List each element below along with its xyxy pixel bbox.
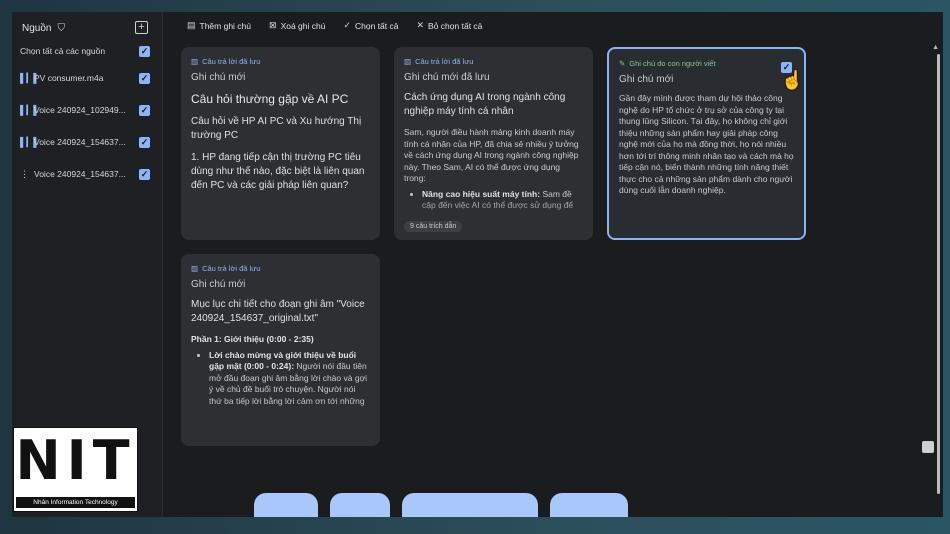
note-add-icon: ▤: [187, 20, 196, 30]
audio-wave-icon: ▌▎▌: [20, 104, 40, 115]
note-body: Sam, người điều hành mảng kinh doanh máy…: [404, 127, 579, 183]
source-name: Voice 240924_154637...: [34, 137, 126, 147]
note-card-selected[interactable]: ✎ Ghi chú do con người viết Ghi chú mới …: [607, 47, 806, 240]
note-heading: Cách ứng dụng AI trong ngành công nghiệp…: [404, 92, 566, 117]
delete-icon: ⊠: [269, 20, 277, 30]
note-card[interactable]: ▨ Câu trả lời đã lưu Ghi chú mới đã lưu …: [394, 47, 593, 240]
add-note-button[interactable]: ▤ Thêm ghi chú: [187, 20, 251, 31]
pencil-icon: ✎: [619, 59, 626, 68]
dock-chip[interactable]: [330, 493, 390, 517]
notes-toolbar: ▤ Thêm ghi chú ⊠ Xoá ghi chú ✓ Chọn tất …: [187, 20, 482, 31]
add-source-icon[interactable]: +: [135, 21, 148, 34]
note-card[interactable]: ▨ Câu trả lời đã lưu Ghi chú mới Câu hỏi…: [181, 47, 380, 240]
collapse-icon[interactable]: [922, 441, 934, 453]
note-fade: [609, 192, 804, 238]
note-body: Gần đây mình được tham dự hội thảo công …: [619, 93, 794, 195]
saved-answer-icon: ▨: [191, 264, 199, 273]
dock-chip[interactable]: [254, 493, 318, 517]
scrollbar[interactable]: [937, 54, 940, 494]
note-title: Ghi chú mới: [191, 279, 246, 290]
select-all-label: Chọn tất cả: [355, 20, 399, 31]
source-checkbox[interactable]: ✓: [139, 136, 150, 148]
note-body: 1. HP đang tiếp cận thị trường PC tiêu d…: [191, 152, 365, 191]
audio-wave-icon: ▌▎▌: [20, 72, 40, 83]
source-checkbox[interactable]: ✓: [139, 72, 150, 84]
human-written-tag: ✎ Ghi chú do con người viết: [619, 59, 716, 68]
note-bullet: Lời chào mừng và giới thiệu về buổi gặp …: [209, 350, 370, 408]
scroll-up-icon[interactable]: ▲: [932, 44, 939, 51]
add-note-label: Thêm ghi chú: [199, 20, 252, 31]
select-all-sources-label: Chọn tất cả các nguồn: [20, 46, 106, 56]
hand-cursor-icon: ☝: [781, 70, 804, 90]
select-all-button[interactable]: ✓ Chọn tất cả: [343, 20, 398, 31]
delete-note-label: Xoá ghi chú: [280, 20, 326, 31]
note-heading: Câu hỏi thường gặp về AI PC: [191, 92, 349, 106]
citation-chip[interactable]: 9 câu trích dẫn: [404, 221, 463, 232]
source-item[interactable]: ▌▎▌ PV consumer.m4a ✓: [20, 70, 150, 86]
saved-answer-tag: ▨ Câu trả lời đã lưu: [191, 264, 261, 273]
saved-answer-icon: ▨: [404, 57, 412, 66]
note-title: Ghi chú mới: [619, 74, 674, 85]
dock-chip[interactable]: [402, 493, 538, 517]
saved-answer-tag: ▨ Câu trả lời đã lưu: [404, 57, 474, 66]
sources-title: Nguồn: [22, 23, 52, 34]
source-name: PV consumer.m4a: [34, 73, 104, 83]
source-checkbox[interactable]: ✓: [139, 168, 150, 180]
note-fade: [394, 194, 593, 240]
sources-header: Nguồn ⛉: [22, 23, 65, 34]
check-icon: ✓: [343, 20, 352, 30]
source-item[interactable]: ▌▎▌ Voice 240924_102949... ✓: [20, 102, 150, 118]
note-fade: [181, 400, 380, 446]
select-all-sources-checkbox[interactable]: ✓: [139, 45, 150, 57]
delete-note-button[interactable]: ⊠ Xoá ghi chú: [269, 20, 325, 31]
close-icon: ✕: [416, 20, 425, 30]
logo-subtitle: Nhân Information Technology: [16, 497, 135, 508]
note-section: Phần 1: Giới thiệu (0:00 - 2:35): [191, 334, 314, 344]
source-item[interactable]: ⋮ Voice 240924_154637... ✓: [20, 166, 150, 182]
source-checkbox[interactable]: ✓: [139, 104, 150, 116]
note-bullets: Lời chào mừng và giới thiệu về buổi gặp …: [191, 350, 370, 408]
note-title: Ghi chú mới: [191, 72, 246, 83]
source-name: Voice 240924_102949...: [34, 105, 126, 115]
dock-chip[interactable]: [550, 493, 628, 517]
note-subheading: Câu hỏi về HP AI PC và Xu hướng Thị trườ…: [191, 116, 362, 141]
nit-logo: NIT Nhân Information Technology: [13, 427, 138, 512]
saved-answer-icon: ▨: [191, 57, 199, 66]
more-vert-icon[interactable]: ⋮: [20, 169, 34, 180]
audio-wave-icon: ▌▎▌: [20, 136, 40, 147]
source-name: Voice 240924_154637...: [34, 169, 126, 179]
deselect-all-button[interactable]: ✕ Bỏ chọn tất cả: [417, 20, 483, 31]
deselect-all-label: Bỏ chọn tất cả: [428, 20, 483, 31]
shield-info-icon[interactable]: ⛉: [57, 23, 65, 34]
note-heading: Mục lục chi tiết cho đoạn ghi âm "Voice …: [191, 299, 365, 324]
saved-answer-tag: ▨ Câu trả lời đã lưu: [191, 57, 261, 66]
note-card[interactable]: ▨ Câu trả lời đã lưu Ghi chú mới Mục lục…: [181, 254, 380, 446]
note-title: Ghi chú mới đã lưu: [404, 72, 490, 83]
logo-text: NIT: [15, 429, 136, 492]
select-all-sources-row[interactable]: Chọn tất cả các nguồn ✓: [20, 43, 150, 59]
source-item[interactable]: ▌▎▌ Voice 240924_154637... ✓: [20, 134, 150, 150]
